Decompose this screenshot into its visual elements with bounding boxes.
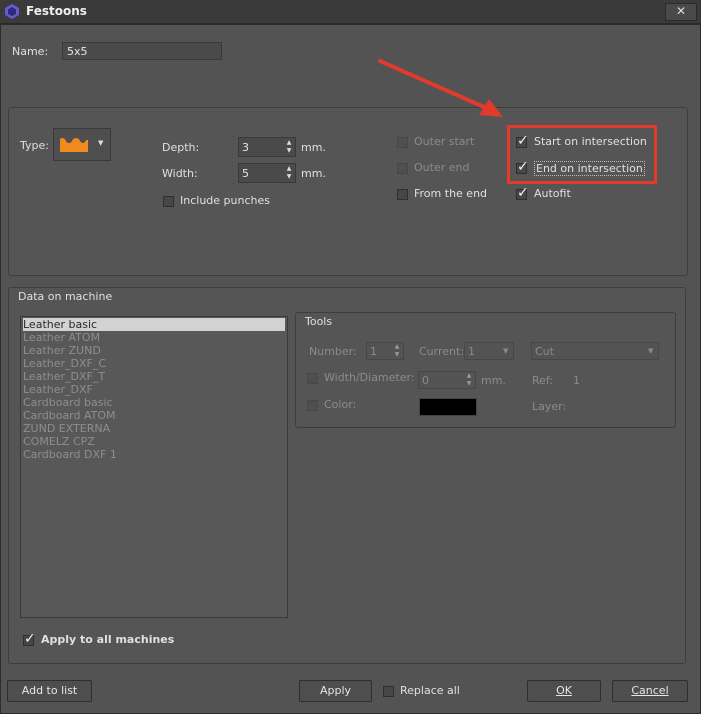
name-input[interactable]: 5x5 <box>62 42 222 60</box>
apply-all-machines-label: Apply to all machines <box>41 633 175 646</box>
check-icon: ✓ <box>24 631 36 647</box>
outer-start-checkbox[interactable] <box>397 137 408 148</box>
replace-all-label: Replace all <box>400 684 460 697</box>
include-punches-label: Include punches <box>180 194 270 207</box>
operation-value: Cut <box>535 345 554 358</box>
stepper-up-icon[interactable]: ▲ <box>285 166 293 172</box>
number-label: Number: <box>309 345 357 358</box>
stepper-down-icon[interactable]: ▼ <box>465 381 473 387</box>
outer-end-label: Outer end <box>414 161 470 174</box>
list-item[interactable]: Cardboard ATOM <box>23 409 116 422</box>
ref-value: 1 <box>573 374 580 387</box>
cancel-button[interactable]: Cancel <box>612 680 688 702</box>
depth-value: 3 <box>242 141 249 154</box>
current-select[interactable]: 1 ▼ <box>464 342 514 360</box>
stepper-up-icon[interactable]: ▲ <box>465 373 473 379</box>
type-selector[interactable]: ▼ <box>53 128 111 161</box>
title-bar: Festoons ✕ <box>0 0 701 24</box>
list-item[interactable]: Leather_DXF_T <box>23 370 105 383</box>
list-item[interactable]: ZUND EXTERNA <box>23 422 110 435</box>
autofit-label: Autofit <box>534 187 571 200</box>
list-item[interactable]: Cardboard basic <box>23 396 113 409</box>
check-icon: ✓ <box>517 185 529 201</box>
list-item[interactable]: Cardboard DXF 1 <box>23 448 117 461</box>
add-to-list-button[interactable]: Add to list <box>7 680 92 702</box>
width-diameter-value: 0 <box>422 374 429 387</box>
outer-start-label: Outer start <box>414 135 475 148</box>
highlight-box <box>507 125 657 184</box>
current-value: 1 <box>468 345 475 358</box>
ref-label: Ref: <box>532 374 554 387</box>
number-value: 1 <box>370 345 377 358</box>
from-the-end-checkbox[interactable] <box>397 189 408 200</box>
autofit-checkbox[interactable]: ✓ <box>516 185 529 201</box>
color-swatch[interactable] <box>419 398 477 416</box>
operation-select[interactable]: Cut ▼ <box>531 342 659 360</box>
stepper-up-icon[interactable]: ▲ <box>285 140 293 146</box>
type-label: Type: <box>20 139 49 152</box>
list-item[interactable]: COMELZ CPZ <box>23 435 95 448</box>
ok-button[interactable]: OK <box>527 680 601 702</box>
stepper-down-icon[interactable]: ▼ <box>285 148 293 154</box>
app-logo-icon <box>5 4 19 19</box>
stepper-up-icon[interactable]: ▲ <box>393 344 401 350</box>
color-checkbox[interactable] <box>307 400 318 411</box>
width-unit: mm. <box>301 167 326 180</box>
chevron-down-icon: ▼ <box>98 139 104 147</box>
width-diameter-checkbox[interactable] <box>307 373 318 384</box>
data-on-machine-label: Data on machine <box>18 290 113 303</box>
chevron-down-icon: ▼ <box>503 347 509 355</box>
apply-button[interactable]: Apply <box>299 680 372 702</box>
from-the-end-label: From the end <box>414 187 488 200</box>
current-label: Current: <box>419 345 465 358</box>
machine-list[interactable]: Leather basic Leather ATOM Leather ZUND … <box>20 316 288 618</box>
width-value: 5 <box>242 167 249 180</box>
width-diameter-unit: mm. <box>481 374 506 387</box>
chevron-down-icon: ▼ <box>648 347 654 355</box>
annotation-arrow-icon <box>378 59 503 117</box>
width-diameter-label: Width/Diameter: <box>324 371 415 384</box>
list-item[interactable]: Leather_DXF <box>23 383 93 396</box>
tools-label: Tools <box>305 315 333 328</box>
apply-all-machines-checkbox[interactable]: ✓ <box>23 631 36 647</box>
festoon-shape-icon <box>60 138 88 152</box>
replace-all-checkbox[interactable] <box>383 686 394 697</box>
outer-end-checkbox[interactable] <box>397 163 408 174</box>
list-item[interactable]: Leather basic <box>23 318 285 331</box>
stepper-down-icon[interactable]: ▼ <box>393 352 401 358</box>
list-item[interactable]: Leather ZUND <box>23 344 101 357</box>
width-diameter-stepper[interactable]: 0 ▲ ▼ <box>418 371 476 389</box>
include-punches-checkbox[interactable] <box>163 196 174 207</box>
list-item[interactable]: Leather ATOM <box>23 331 100 344</box>
stepper-down-icon[interactable]: ▼ <box>285 174 293 180</box>
color-label: Color: <box>324 398 357 411</box>
window-title: Festoons <box>26 4 87 18</box>
depth-label: Depth: <box>162 141 200 154</box>
list-item[interactable]: Leather_DXF_C <box>23 357 106 370</box>
depth-unit: mm. <box>301 141 326 154</box>
width-label: Width: <box>162 167 198 180</box>
width-stepper[interactable]: 5 ▲ ▼ <box>238 163 296 183</box>
layer-label: Layer: <box>532 400 567 413</box>
depth-stepper[interactable]: 3 ▲ ▼ <box>238 137 296 157</box>
name-label: Name: <box>12 45 49 58</box>
close-button[interactable]: ✕ <box>665 3 697 21</box>
number-stepper[interactable]: 1 ▲ ▼ <box>366 342 404 360</box>
